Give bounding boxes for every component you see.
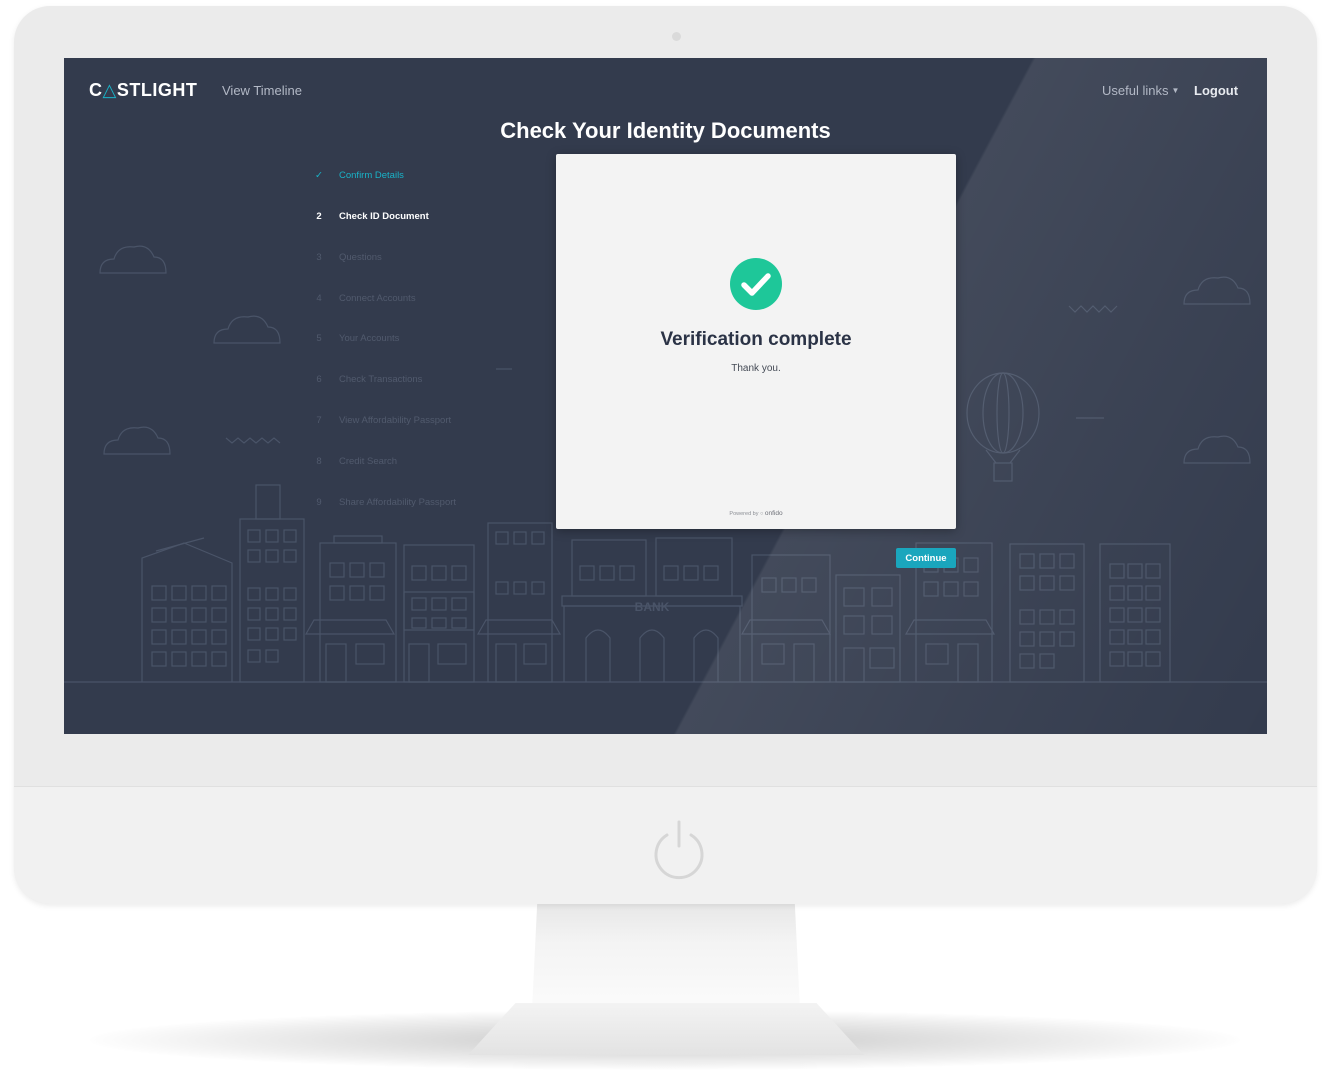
logo-text: C△STLIGHT <box>89 80 198 100</box>
monitor-stand-foot <box>468 1003 864 1055</box>
step-label: Share Affordability Passport <box>339 497 457 508</box>
cloud-icon <box>213 315 281 344</box>
view-timeline-link[interactable]: View Timeline <box>222 83 302 98</box>
castlight-logo[interactable]: C△STLIGHT <box>89 80 197 101</box>
useful-links-dropdown[interactable]: Useful links ▼ <box>1102 83 1179 98</box>
step-your-accounts[interactable]: 5 Your Accounts <box>314 333 514 349</box>
verification-card: Verification complete Thank you. Powered… <box>556 154 956 529</box>
monitor-stand-neck <box>532 900 800 1010</box>
monitor-bezel: BANK C△STLIGHT View Timeline Useful link… <box>14 6 1317 904</box>
step-label: Connect Accounts <box>339 293 416 304</box>
step-check-id-document[interactable]: 2 Check ID Document <box>314 211 514 227</box>
step-number: 5 <box>316 333 322 344</box>
app-screen: BANK C△STLIGHT View Timeline Useful link… <box>64 58 1267 734</box>
step-share-affordability-passport[interactable]: 9 Share Affordability Passport <box>314 497 514 513</box>
useful-links-label: Useful links <box>1102 83 1169 98</box>
continue-button[interactable]: Continue <box>896 548 956 568</box>
step-label: Check ID Document <box>339 211 429 222</box>
step-label: Check Transactions <box>339 374 423 385</box>
step-label: Your Accounts <box>339 333 400 344</box>
onfido-logo-icon: ○ <box>760 511 764 517</box>
verification-subtext: Thank you. <box>731 363 781 374</box>
step-confirm-details[interactable]: ✓ Confirm Details <box>314 170 514 186</box>
step-check-icon: ✓ <box>315 170 323 181</box>
step-label: Confirm Details <box>339 170 404 181</box>
step-label: Questions <box>339 252 382 263</box>
step-number: 3 <box>316 252 322 263</box>
powered-by-text: Powered by <box>729 511 759 517</box>
logout-link[interactable]: Logout <box>1194 83 1238 98</box>
step-credit-search[interactable]: 8 Credit Search <box>314 456 514 472</box>
step-label: View Affordability Passport <box>339 415 452 426</box>
step-check-transactions[interactable]: 6 Check Transactions <box>314 374 514 390</box>
caret-down-icon: ▼ <box>1171 86 1180 95</box>
cloud-icon <box>103 426 171 455</box>
verification-heading: Verification complete <box>660 329 852 350</box>
step-questions[interactable]: 3 Questions <box>314 252 514 268</box>
powered-by-onfido: Powered by ○ onfido <box>556 510 956 517</box>
step-number: 4 <box>316 293 322 304</box>
onfido-brand: onfido <box>764 510 783 517</box>
step-number: 9 <box>316 497 322 508</box>
step-number: 2 <box>316 211 322 222</box>
step-number: 7 <box>316 415 322 426</box>
check-circle-icon <box>730 258 782 310</box>
step-connect-accounts[interactable]: 4 Connect Accounts <box>314 293 514 309</box>
step-label: Credit Search <box>339 456 398 467</box>
step-number: 6 <box>316 374 322 385</box>
bank-sign: BANK <box>635 600 670 614</box>
cloud-icon <box>1183 276 1251 305</box>
power-icon <box>654 820 704 880</box>
step-number: 8 <box>316 456 322 467</box>
cloud-icon <box>99 245 167 274</box>
webcam-dot <box>672 32 681 41</box>
step-view-affordability-passport[interactable]: 7 View Affordability Passport <box>314 415 514 431</box>
page-title: Check Your Identity Documents <box>500 118 831 143</box>
cloud-icon <box>1183 435 1251 464</box>
